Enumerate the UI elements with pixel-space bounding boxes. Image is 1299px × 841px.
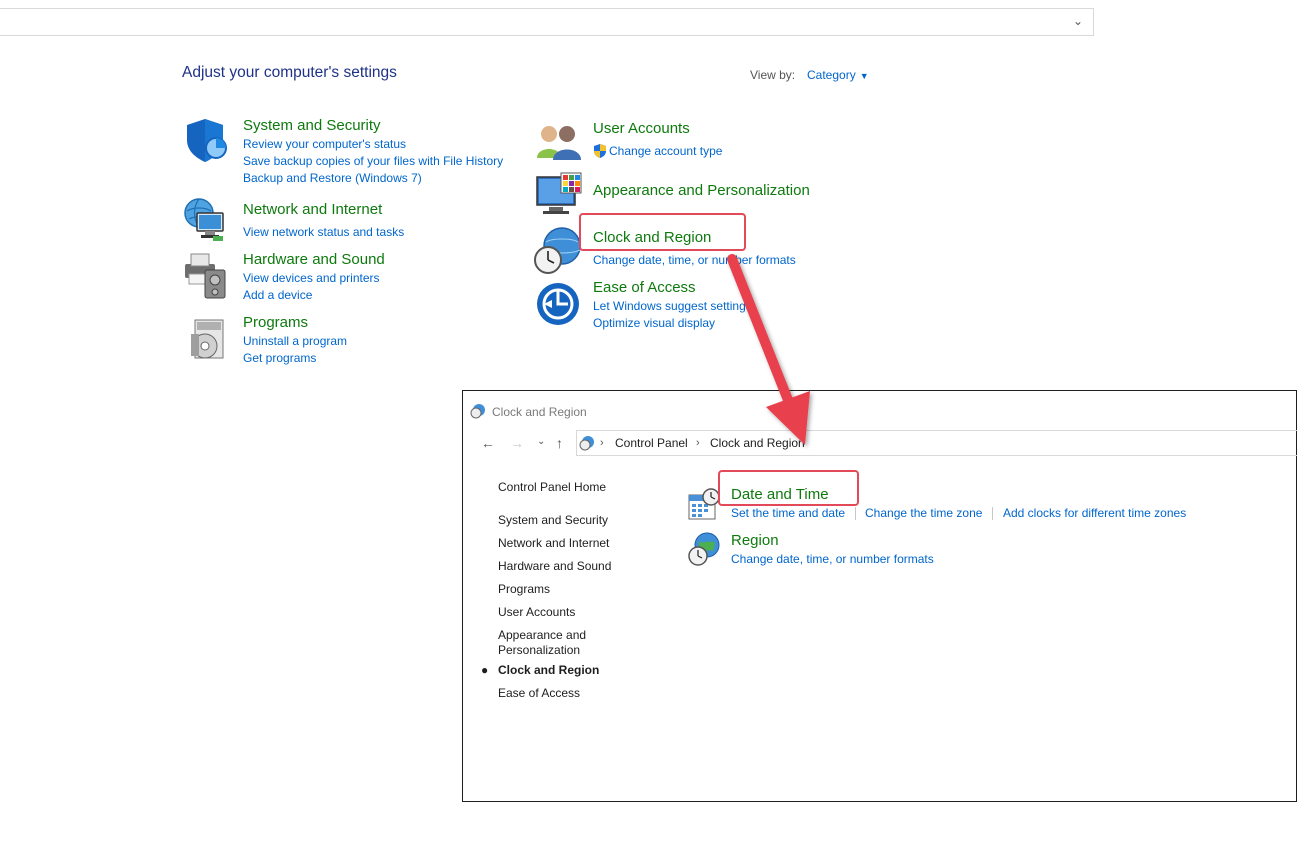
view-by-value[interactable]: Category — [807, 68, 856, 82]
link-separator — [992, 507, 993, 520]
annotation-arrow-icon — [727, 254, 810, 445]
link-change-account-type[interactable]: Change account type — [609, 144, 722, 158]
recent-dropdown-icon[interactable]: ⌄ — [537, 436, 545, 447]
active-bullet-icon: ● — [481, 663, 489, 677]
shield-icon — [187, 119, 227, 162]
breadcrumb-separator: › — [600, 437, 604, 449]
sidebar-item-clock-region[interactable]: Clock and Region — [498, 663, 599, 678]
link-uninstall-program[interactable]: Uninstall a program — [243, 334, 347, 348]
sidebar-item-user-accounts[interactable]: User Accounts — [498, 605, 575, 620]
link-file-history[interactable]: Save backup copies of your files with Fi… — [243, 154, 503, 168]
page-title: Adjust your computer's settings — [182, 64, 397, 81]
category-programs[interactable]: Programs — [243, 314, 308, 331]
window-title: Clock and Region — [492, 405, 587, 419]
breadcrumb-clock-icon — [579, 436, 594, 451]
sidebar-item-appearance[interactable]: Appearance and — [498, 628, 586, 643]
breadcrumb-separator: › — [696, 437, 700, 449]
link-review-status[interactable]: Review your computer's status — [243, 137, 406, 151]
link-network-status[interactable]: View network status and tasks — [243, 225, 404, 239]
sidebar-item-programs[interactable]: Programs — [498, 582, 550, 597]
link-add-clocks[interactable]: Add clocks for different time zones — [1003, 506, 1186, 520]
caret-down-icon: ▼ — [859, 71, 869, 81]
back-arrow-icon[interactable]: ← — [481, 435, 495, 451]
up-arrow-icon[interactable]: ↑ — [556, 435, 563, 451]
sidebar-item-personalization[interactable]: Personalization — [498, 643, 580, 658]
sidebar-item-hardware-sound[interactable]: Hardware and Sound — [498, 559, 611, 574]
link-region-formats[interactable]: Change date, time, or number formats — [731, 552, 934, 566]
network-icon — [184, 198, 224, 241]
category-system-security[interactable]: System and Security — [243, 117, 381, 134]
window-clock-icon — [470, 404, 485, 419]
programs-icon — [191, 319, 224, 359]
region-globe-icon — [688, 532, 720, 566]
category-hardware-sound[interactable]: Hardware and Sound — [243, 251, 385, 268]
clock-globe-icon — [534, 227, 581, 274]
breadcrumb-control-panel[interactable]: Control Panel — [615, 436, 688, 450]
sidebar-control-panel-home[interactable]: Control Panel Home — [498, 480, 606, 495]
sidebar-item-system-security[interactable]: System and Security — [498, 513, 608, 528]
link-get-programs[interactable]: Get programs — [243, 351, 316, 365]
forward-arrow-icon[interactable]: → — [510, 435, 524, 451]
link-add-device[interactable]: Add a device — [243, 288, 312, 302]
section-region[interactable]: Region — [731, 532, 779, 549]
printer-icon — [185, 253, 226, 299]
address-bar[interactable]: ⌄ — [0, 8, 1094, 36]
link-devices-printers[interactable]: View devices and printers — [243, 271, 380, 285]
link-change-time-zone[interactable]: Change the time zone — [865, 506, 982, 520]
ease-of-access-icon — [537, 283, 579, 325]
category-ease-of-access[interactable]: Ease of Access — [593, 279, 696, 296]
sidebar-item-network-internet[interactable]: Network and Internet — [498, 536, 609, 551]
chevron-down-icon[interactable]: ⌄ — [1073, 14, 1083, 28]
link-optimize-display[interactable]: Optimize visual display — [593, 316, 715, 330]
link-separator — [855, 507, 856, 520]
category-appearance[interactable]: Appearance and Personalization — [593, 182, 810, 199]
category-network-internet[interactable]: Network and Internet — [243, 201, 382, 218]
uac-shield-icon — [594, 144, 606, 158]
view-by-dropdown[interactable]: Category ▼ — [807, 68, 869, 82]
appearance-icon — [536, 172, 582, 214]
calendar-clock-icon — [688, 488, 720, 520]
sidebar-item-ease-of-access[interactable]: Ease of Access — [498, 686, 580, 701]
view-by-label: View by: — [750, 68, 796, 82]
link-backup-restore[interactable]: Backup and Restore (Windows 7) — [243, 171, 422, 185]
highlight-date-time — [718, 470, 859, 506]
users-icon — [537, 126, 581, 160]
link-set-time-date[interactable]: Set the time and date — [731, 506, 845, 520]
category-user-accounts[interactable]: User Accounts — [593, 120, 690, 137]
